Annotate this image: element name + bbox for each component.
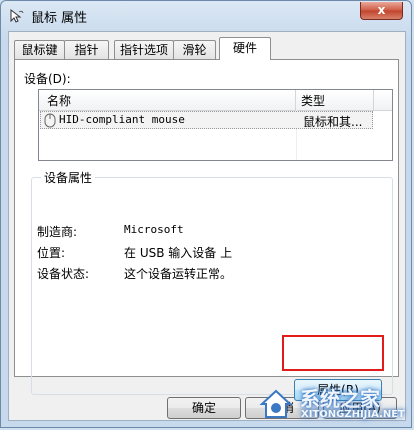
site-watermark: 系统之家 XITONGZHIJIA.NET — [254, 380, 412, 428]
house-logo-icon — [259, 389, 293, 418]
tab-wheel[interactable]: 滑轮 — [173, 40, 216, 59]
watermark-text: 系统之家 — [300, 387, 380, 411]
column-divider[interactable] — [373, 90, 374, 110]
mouse-icon — [44, 113, 56, 128]
highlight-annotation — [282, 335, 384, 371]
ok-button[interactable]: 确定 — [167, 397, 241, 419]
close-icon: x — [377, 3, 386, 17]
device-name-cell: HID-compliant mouse — [59, 113, 185, 126]
tab-label: 鼠标键 — [21, 43, 58, 57]
manufacturer-value: Microsoft — [124, 223, 184, 236]
column-header-type[interactable]: 类型 — [301, 92, 325, 109]
tab-label: 指针 — [74, 43, 99, 57]
device-status-value: 这个设备运转正常。 — [124, 267, 233, 281]
column-divider[interactable] — [295, 90, 296, 110]
device-properties-group-title: 设备属性 — [41, 169, 96, 186]
location-label: 位置: — [37, 246, 66, 260]
hardware-tab-panel: 设备(D): 名称 类型 HID-compliant mouse 鼠标和其... — [14, 59, 399, 401]
window-title: 鼠标 属性 — [31, 11, 88, 26]
column-header-name[interactable]: 名称 — [47, 92, 71, 109]
location-value: 在 USB 输入设备 上 — [124, 246, 233, 260]
tab-label: 硬件 — [232, 41, 257, 55]
device-status-label: 设备状态: — [37, 267, 90, 281]
device-list[interactable]: 名称 类型 HID-compliant mouse 鼠标和其... — [38, 89, 393, 161]
mouse-properties-window: 鼠标 属性 x 鼠标键 指针 指针选项 滑轮 硬件 设备(D): 名称 类型 H… — [0, 0, 412, 428]
mouse-pointer-icon — [10, 8, 24, 23]
tab-hardware[interactable]: 硬件 — [219, 37, 271, 60]
table-row[interactable]: HID-compliant mouse 鼠标和其... — [40, 111, 373, 129]
close-button[interactable]: x — [360, 2, 403, 20]
tab-buttons[interactable]: 鼠标键 — [14, 40, 65, 59]
title-bar[interactable]: 鼠标 属性 x — [1, 1, 411, 31]
device-type-cell: 鼠标和其... — [303, 115, 363, 129]
list-header: 名称 类型 — [39, 90, 392, 111]
manufacturer-label: 制造商: — [37, 225, 78, 239]
tab-pointers[interactable]: 指针 — [64, 40, 109, 59]
devices-label: 设备(D): — [24, 72, 71, 86]
tab-pointer-options[interactable]: 指针选项 — [114, 40, 174, 59]
tab-label: 滑轮 — [182, 43, 207, 57]
watermark-subtext: XITONGZHIJIA.NET — [301, 409, 405, 420]
tab-label: 指针选项 — [119, 43, 168, 57]
